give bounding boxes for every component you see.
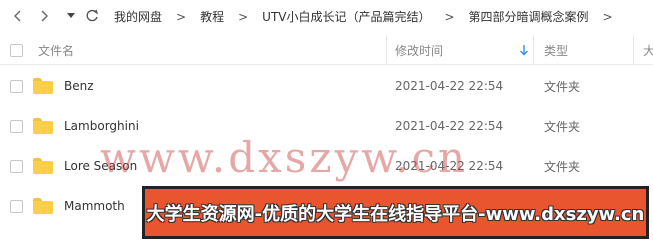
- file-type: 文件夹: [544, 79, 581, 94]
- column-divider[interactable]: [633, 35, 634, 65]
- refresh-icon[interactable]: [82, 6, 102, 26]
- watermark-text: www.dxszyw.cn: [100, 133, 469, 182]
- sort-down-icon[interactable]: [519, 35, 529, 65]
- column-header-type[interactable]: 类型: [544, 35, 568, 65]
- row-checkbox[interactable]: [10, 106, 23, 146]
- breadcrumb-item[interactable]: 教程: [198, 8, 226, 25]
- file-modified: 2021-04-22 22:54: [395, 79, 504, 93]
- file-name[interactable]: Mammoth: [64, 186, 125, 226]
- folder-icon: [33, 146, 53, 186]
- file-type: 文件夹: [544, 159, 581, 174]
- column-divider[interactable]: [533, 35, 534, 65]
- row-checkbox[interactable]: [10, 66, 23, 106]
- file-list-header: 文件名 修改时间 类型 大: [0, 35, 653, 65]
- file-type: 文件夹: [544, 119, 581, 134]
- breadcrumb-item[interactable]: 第四部分暗调概念案例: [467, 8, 591, 25]
- chevron-right-icon: >: [176, 9, 187, 24]
- breadcrumb-item[interactable]: UTV小白成长记（产品篇完结）: [260, 8, 432, 25]
- breadcrumb: 我的网盘 > 教程 > UTV小白成长记（产品篇完结） > 第四部分暗调概念案例…: [112, 0, 625, 33]
- file-name[interactable]: Benz: [64, 66, 94, 106]
- navigation-bar: 我的网盘 > 教程 > UTV小白成长记（产品篇完结） > 第四部分暗调概念案例…: [0, 0, 653, 33]
- folder-icon: [33, 106, 53, 146]
- promo-banner: 大学生资源网-优质的大学生在线指导平台-www.dxszyw.cn: [142, 186, 649, 239]
- chevron-left-icon[interactable]: [8, 6, 28, 26]
- column-divider[interactable]: [386, 35, 387, 65]
- folder-icon: [33, 66, 53, 106]
- promo-banner-text: 大学生资源网-优质的大学生在线指导平台-www.dxszyw.cn: [146, 203, 645, 225]
- chevron-right-icon[interactable]: [34, 6, 54, 26]
- breadcrumb-item[interactable]: 我的网盘: [112, 8, 164, 25]
- chevron-right-icon: >: [444, 9, 455, 24]
- file-row[interactable]: Benz 2021-04-22 22:54 文件夹: [0, 66, 653, 106]
- column-header-modified[interactable]: 修改时间: [395, 35, 443, 65]
- caret-down-icon[interactable]: [61, 6, 81, 26]
- chevron-right-icon: >: [602, 9, 613, 24]
- folder-icon: [33, 186, 53, 226]
- row-checkbox[interactable]: [10, 186, 23, 226]
- row-checkbox[interactable]: [10, 146, 23, 186]
- chevron-right-icon: >: [238, 9, 249, 24]
- column-header-name[interactable]: 文件名: [38, 35, 74, 65]
- select-all-checkbox[interactable]: [10, 35, 23, 65]
- column-header-size[interactable]: 大: [643, 35, 653, 65]
